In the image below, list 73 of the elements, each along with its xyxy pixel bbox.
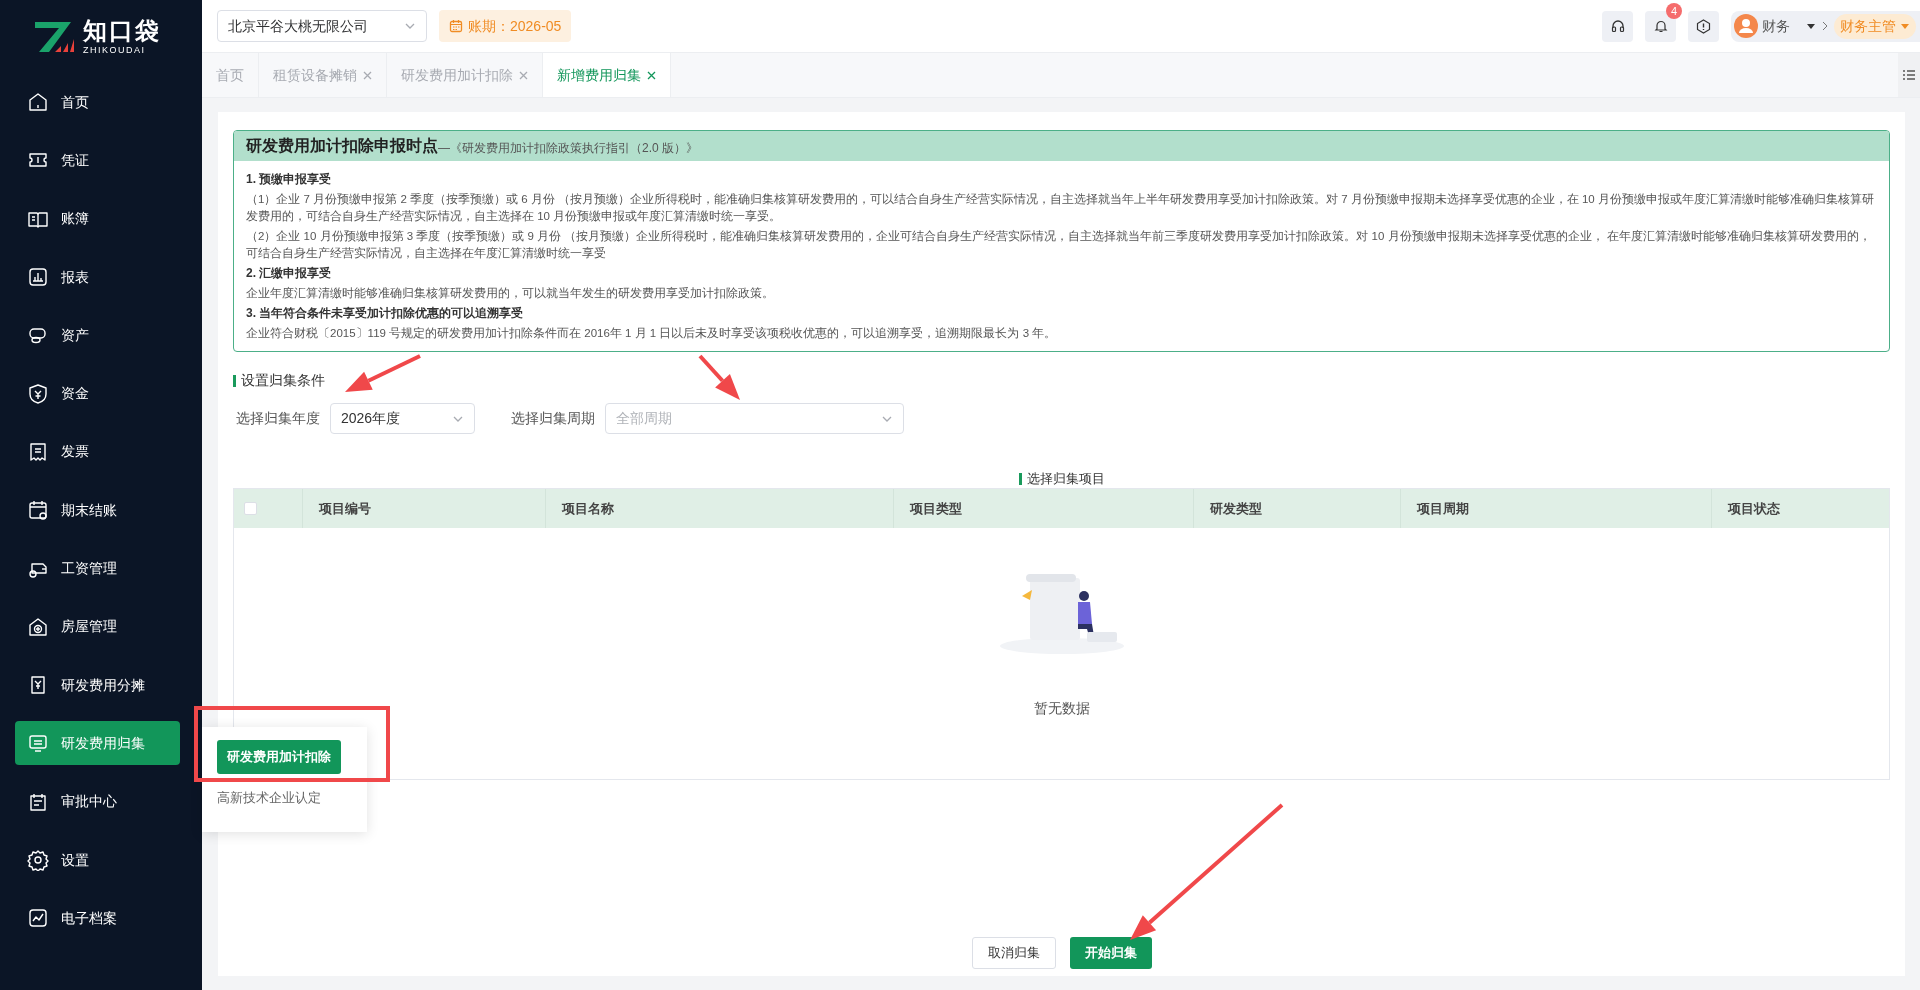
- monitor-icon: [27, 732, 49, 755]
- notice-title: 研发费用加计扣除申报时点: [246, 136, 438, 156]
- company-select[interactable]: 北京平谷大桃无限公司: [217, 10, 427, 42]
- notice-heading: 1. 预缴申报享受: [246, 171, 333, 188]
- house-plus-icon: [27, 615, 49, 638]
- close-icon[interactable]: [647, 70, 656, 80]
- notice-source: —《研发费用加计扣除政策执行指引（2.0 版）》: [438, 141, 698, 156]
- chevron-right-icon: [1820, 21, 1830, 31]
- cancel-button[interactable]: 取消归集: [971, 937, 1056, 969]
- notice-paragraph: 企业符合财税〔2015〕119 号规定的研发费用加计扣除条件而在 2016年 1 月 1 日以后未及时享受该项税收优惠的，可以追溯享受，追溯期限最长为 3 年。: [246, 326, 1058, 341]
- table-title: 选择归集项目: [1026, 470, 1105, 489]
- sidebar-item[interactable]: 报表: [15, 255, 180, 300]
- calendar-check-icon: [27, 499, 49, 522]
- alert-button[interactable]: [1688, 10, 1719, 42]
- headset-icon: [1610, 19, 1625, 33]
- notice-paragraph: （1）企业 7 月份预缴申报第 2 季度（按季预缴）或 6 月份 （按月预缴）企业所得税时，能准确归集核算研发费用的，可以结合自身生产经营实际情况，自主选择就当年上半年研发费用享受加计扣除政策。对 7 月份预缴申报期未选择享受优惠的企业，在 10 月份预缴申报或年度汇算清缴时能够准确归集核算研发费用的，可结合自身生产经营实际情况，自主选择在 10 月份预缴申报或年度汇算清缴时统一享受。: [246, 192, 1875, 224]
- logo-text: 知口袋: [83, 17, 161, 44]
- sidebar-item[interactable]: 审批中心: [15, 779, 180, 824]
- sidebar-item[interactable]: 期末结账: [15, 488, 180, 533]
- submenu-item[interactable]: 研发费用加计扣除: [217, 740, 341, 774]
- receipt-icon: [27, 440, 49, 463]
- sidebar-item[interactable]: 账簿: [15, 196, 180, 241]
- checkbox[interactable]: [244, 502, 257, 515]
- gear-icon: [27, 849, 49, 871]
- avatar-icon: [1734, 14, 1758, 38]
- tab[interactable]: 新增费用归集: [543, 53, 671, 97]
- sidebar-item[interactable]: 工资管理: [15, 546, 180, 591]
- line-chart-icon: [27, 907, 49, 930]
- field-label: 选择归集周期: [511, 409, 595, 428]
- field-label: 选择归集年度: [236, 409, 320, 428]
- notice-paragraph: （2）企业 10 月份预缴申报第 3 季度（按季预缴）或 9 月份 （按月预缴）企业所得税时，能准确归集核算研发费用的，企业可结合自身生产经营实际情况，自主选择就当年前三季度研发费用享受加计扣除政策。对 10 月份预缴申报期未选择享受优惠的企业， 在年度汇算清缴时能够准确归集核算研发费用的，可结合自身生产经营实际情况，自主选择在年度汇算清缴时统一享受: [246, 229, 1872, 261]
- column-header: 项目编号: [303, 489, 546, 528]
- headset-button[interactable]: [1602, 10, 1633, 42]
- column-header: 项目状态: [1726, 499, 1781, 518]
- caret-down-icon[interactable]: [1806, 21, 1816, 31]
- annotation-arrow: [698, 354, 740, 400]
- notice-heading: 2. 汇缴申报享受: [246, 265, 333, 282]
- home-icon: [27, 91, 49, 114]
- section-title: 设置归集条件: [241, 371, 325, 390]
- year-select[interactable]: 2026年度: [330, 403, 475, 434]
- period-badge: 账期：2026-05: [439, 10, 572, 42]
- bell-icon: [1653, 19, 1668, 33]
- submenu-item[interactable]: 高新技术企业认定: [217, 788, 321, 808]
- list-icon[interactable]: [1903, 69, 1915, 81]
- empty-text: 暂无数据: [1033, 699, 1090, 718]
- notice-heading: 3. 当年符合条件未享受加计扣除优惠的可以追溯享受: [246, 305, 525, 322]
- calendar-icon: [449, 19, 463, 33]
- sidebar-item[interactable]: 首页: [15, 80, 180, 125]
- sidebar-item[interactable]: 凭证: [15, 138, 180, 183]
- sidebar-item[interactable]: 研发费用归集: [15, 721, 180, 766]
- user-name: 财务: [1762, 16, 1790, 36]
- column-header: 项目周期: [1401, 489, 1712, 528]
- notification-badge: 4: [1666, 2, 1682, 19]
- close-icon[interactable]: [519, 70, 528, 80]
- sidebar-item[interactable]: 资产: [15, 313, 180, 358]
- column-header: 项目类型: [894, 489, 1194, 528]
- sidebar-item[interactable]: 设置: [15, 838, 180, 882]
- logo-subtitle: ZHIKOUDAI: [83, 43, 147, 56]
- bar-chart-icon: [27, 266, 49, 289]
- column-header: 研发类型: [1194, 489, 1401, 528]
- sidebar-item[interactable]: 房屋管理: [15, 604, 180, 649]
- start-button[interactable]: 开始归集: [1069, 937, 1152, 969]
- alert-icon: [1696, 18, 1711, 34]
- sidebar-item[interactable]: 资金: [15, 371, 180, 416]
- sidebar-item[interactable]: 研发费用分摊: [15, 663, 180, 708]
- shield-icon: [27, 382, 49, 405]
- notice-paragraph: 企业年度汇算清缴时能够准确归集核算研发费用的，可以就当年发生的研发费用享受加计扣除政策。: [246, 286, 775, 301]
- caret-down-icon: [1900, 21, 1910, 31]
- sidebar-item[interactable]: 发票: [15, 429, 180, 474]
- close-icon[interactable]: [363, 70, 372, 80]
- column-header: 项目名称: [546, 489, 894, 528]
- sidebar-item[interactable]: 电子档案: [15, 896, 180, 941]
- logo-icon: [33, 19, 75, 54]
